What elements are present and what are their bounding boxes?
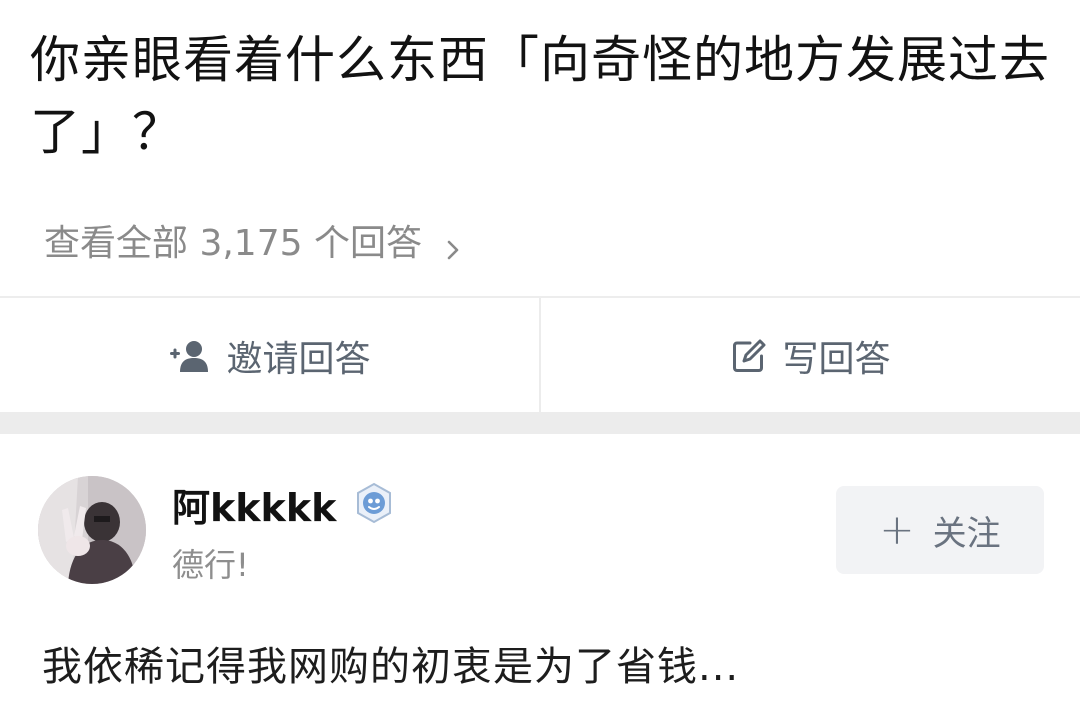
author-name-row: 阿kkkkk <box>172 478 396 530</box>
write-answer-label: 写回答 <box>782 339 891 380</box>
chevron-right-icon <box>442 229 464 260</box>
invite-answer-label: 邀请回答 <box>226 339 371 380</box>
add-user-icon <box>168 339 212 373</box>
view-all-answers-link[interactable]: 查看全部 3,175 个回答 <box>44 214 464 266</box>
section-separator <box>0 412 1080 434</box>
edit-icon <box>730 338 768 374</box>
view-all-answers-label: 查看全部 3,175 个回答 <box>44 223 422 264</box>
plus-icon: + <box>879 505 915 554</box>
author-name[interactable]: 阿kkkkk <box>172 477 336 532</box>
answer-card: 阿kkkkk 德行! + 关注 我依稀记得我网购的初衷是为了省钱... <box>0 434 1080 725</box>
question-header: 你亲眼看着什么东西「向奇怪的地方发展过去了」？ 查看全部 3,175 个回答 <box>0 0 1080 296</box>
creator-badge-icon <box>352 482 396 526</box>
follow-button[interactable]: + 关注 <box>836 486 1044 574</box>
write-answer-button[interactable]: 写回答 <box>541 298 1080 414</box>
invite-answer-button[interactable]: 邀请回答 <box>0 298 539 414</box>
answer-excerpt[interactable]: 我依稀记得我网购的初衷是为了省钱... <box>42 634 739 692</box>
follow-label: 关注 <box>932 513 1001 554</box>
avatar[interactable] <box>38 476 146 584</box>
question-action-bar: 邀请回答 写回答 <box>0 296 1080 414</box>
question-title[interactable]: 你亲眼看着什么东西「向奇怪的地方发展过去了」？ <box>30 24 1050 168</box>
author-bio: 德行! <box>172 546 249 584</box>
